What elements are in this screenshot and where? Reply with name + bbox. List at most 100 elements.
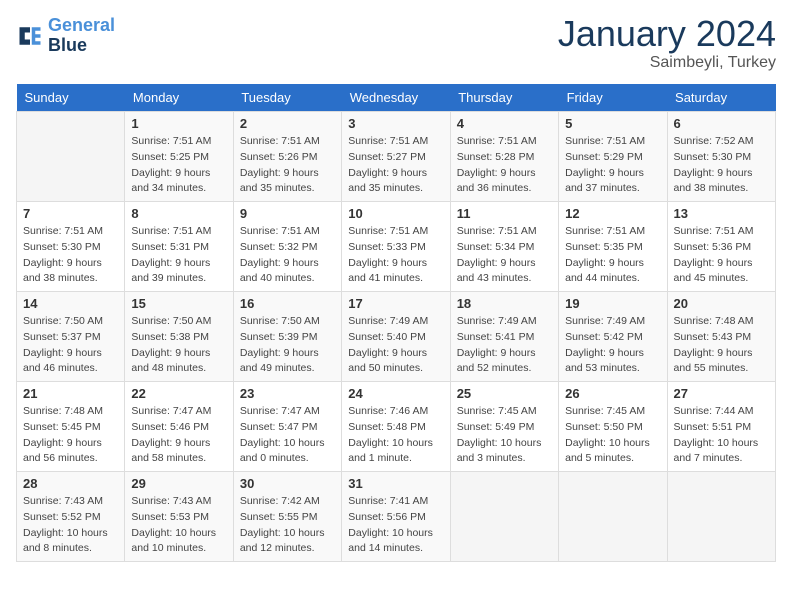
- title-block: January 2024 Saimbeyli, Turkey: [558, 16, 776, 72]
- calendar-cell: 23Sunrise: 7:47 AMSunset: 5:47 PMDayligh…: [233, 382, 341, 472]
- calendar-cell: 11 Sunrise: 7:51 AMSunset: 5:34 PMDayligh…: [450, 202, 558, 292]
- calendar-cell: 15 Sunrise: 7:50 AMSunset: 5:38 PMDayligh…: [125, 292, 233, 382]
- calendar-cell: 10 Sunrise: 7:51 AMSunset: 5:33 PMDayligh…: [342, 202, 450, 292]
- day-info: Sunrise: 7:45 AMSunset: 5:50 PMDaylight:…: [565, 404, 660, 467]
- header-saturday: Saturday: [667, 84, 775, 112]
- day-info: Sunrise: 7:51 AMSunset: 5:34 PMDaylight:…: [457, 224, 552, 287]
- day-number: 15: [131, 296, 226, 311]
- calendar-cell: 28 Sunrise: 7:43 AMSunset: 5:52 PMDayligh…: [17, 472, 125, 562]
- calendar-cell: [667, 472, 775, 562]
- day-number: 4: [457, 116, 552, 131]
- day-info: Sunrise: 7:51 AMSunset: 5:28 PMDaylight:…: [457, 134, 552, 197]
- day-number: 10: [348, 206, 443, 221]
- month-title: January 2024: [558, 16, 776, 52]
- day-number: 1: [131, 116, 226, 131]
- day-number: 5: [565, 116, 660, 131]
- day-info: Sunrise: 7:52 AMSunset: 5:30 PMDaylight:…: [674, 134, 769, 197]
- calendar-cell: [450, 472, 558, 562]
- calendar-cell: 22 Sunrise: 7:47 AMSunset: 5:46 PMDayligh…: [125, 382, 233, 472]
- calendar-cell: 7 Sunrise: 7:51 AMSunset: 5:30 PMDaylight…: [17, 202, 125, 292]
- day-number: 3: [348, 116, 443, 131]
- day-info: Sunrise: 7:51 AMSunset: 5:25 PMDaylight:…: [131, 134, 226, 197]
- header-wednesday: Wednesday: [342, 84, 450, 112]
- day-info: Sunrise: 7:43 AMSunset: 5:52 PMDaylight:…: [23, 494, 118, 557]
- calendar-cell: 24 Sunrise: 7:46 AMSunset: 5:48 PMDayligh…: [342, 382, 450, 472]
- calendar-cell: [559, 472, 667, 562]
- day-info: Sunrise: 7:51 AMSunset: 5:31 PMDaylight:…: [131, 224, 226, 287]
- day-number: 28: [23, 476, 118, 491]
- day-number: 31: [348, 476, 443, 491]
- calendar-cell: 27 Sunrise: 7:44 AMSunset: 5:51 PMDayligh…: [667, 382, 775, 472]
- day-number: 24: [348, 386, 443, 401]
- day-number: 7: [23, 206, 118, 221]
- day-info: Sunrise: 7:51 AMSunset: 5:33 PMDaylight:…: [348, 224, 443, 287]
- calendar-cell: 12 Sunrise: 7:51 AMSunset: 5:35 PMDayligh…: [559, 202, 667, 292]
- calendar-cell: 9 Sunrise: 7:51 AMSunset: 5:32 PMDaylight…: [233, 202, 341, 292]
- header-thursday: Thursday: [450, 84, 558, 112]
- day-number: 21: [23, 386, 118, 401]
- calendar-cell: 14 Sunrise: 7:50 AMSunset: 5:37 PMDayligh…: [17, 292, 125, 382]
- calendar-cell: 25Sunrise: 7:45 AMSunset: 5:49 PMDayligh…: [450, 382, 558, 472]
- day-info: Sunrise: 7:46 AMSunset: 5:48 PMDaylight:…: [348, 404, 443, 467]
- day-info: Sunrise: 7:44 AMSunset: 5:51 PMDaylight:…: [674, 404, 769, 467]
- day-info: Sunrise: 7:51 AMSunset: 5:29 PMDaylight:…: [565, 134, 660, 197]
- day-number: 9: [240, 206, 335, 221]
- calendar-week-row: 7 Sunrise: 7:51 AMSunset: 5:30 PMDaylight…: [17, 202, 776, 292]
- logo-text: GeneralBlue: [48, 16, 115, 56]
- day-info: Sunrise: 7:51 AMSunset: 5:27 PMDaylight:…: [348, 134, 443, 197]
- calendar-cell: 30Sunrise: 7:42 AMSunset: 5:55 PMDayligh…: [233, 472, 341, 562]
- calendar-week-row: 1 Sunrise: 7:51 AMSunset: 5:25 PMDaylight…: [17, 112, 776, 202]
- day-number: 29: [131, 476, 226, 491]
- location-title: Saimbeyli, Turkey: [558, 54, 776, 72]
- day-info: Sunrise: 7:51 AMSunset: 5:32 PMDaylight:…: [240, 224, 335, 287]
- day-number: 17: [348, 296, 443, 311]
- day-number: 23: [240, 386, 335, 401]
- day-info: Sunrise: 7:50 AMSunset: 5:39 PMDaylight:…: [240, 314, 335, 377]
- day-info: Sunrise: 7:49 AMSunset: 5:42 PMDaylight:…: [565, 314, 660, 377]
- header-friday: Friday: [559, 84, 667, 112]
- calendar-cell: 6 Sunrise: 7:52 AMSunset: 5:30 PMDaylight…: [667, 112, 775, 202]
- day-info: Sunrise: 7:51 AMSunset: 5:30 PMDaylight:…: [23, 224, 118, 287]
- logo: GeneralBlue: [16, 16, 115, 56]
- calendar-cell: 16 Sunrise: 7:50 AMSunset: 5:39 PMDayligh…: [233, 292, 341, 382]
- header-monday: Monday: [125, 84, 233, 112]
- calendar-cell: 18Sunrise: 7:49 AMSunset: 5:41 PMDayligh…: [450, 292, 558, 382]
- day-number: 14: [23, 296, 118, 311]
- day-number: 27: [674, 386, 769, 401]
- day-number: 16: [240, 296, 335, 311]
- calendar-cell: 5 Sunrise: 7:51 AMSunset: 5:29 PMDaylight…: [559, 112, 667, 202]
- header-tuesday: Tuesday: [233, 84, 341, 112]
- header-sunday: Sunday: [17, 84, 125, 112]
- logo-icon: [16, 22, 44, 50]
- day-number: 25: [457, 386, 552, 401]
- day-number: 11: [457, 206, 552, 221]
- day-number: 8: [131, 206, 226, 221]
- calendar-cell: 31 Sunrise: 7:41 AMSunset: 5:56 PMDayligh…: [342, 472, 450, 562]
- calendar-week-row: 21 Sunrise: 7:48 AMSunset: 5:45 PMDayligh…: [17, 382, 776, 472]
- day-info: Sunrise: 7:49 AMSunset: 5:40 PMDaylight:…: [348, 314, 443, 377]
- calendar-cell: [17, 112, 125, 202]
- day-info: Sunrise: 7:51 AMSunset: 5:35 PMDaylight:…: [565, 224, 660, 287]
- day-number: 22: [131, 386, 226, 401]
- calendar-cell: 20Sunrise: 7:48 AMSunset: 5:43 PMDayligh…: [667, 292, 775, 382]
- calendar-cell: 19 Sunrise: 7:49 AMSunset: 5:42 PMDayligh…: [559, 292, 667, 382]
- day-info: Sunrise: 7:50 AMSunset: 5:37 PMDaylight:…: [23, 314, 118, 377]
- calendar-cell: 21 Sunrise: 7:48 AMSunset: 5:45 PMDayligh…: [17, 382, 125, 472]
- day-info: Sunrise: 7:41 AMSunset: 5:56 PMDaylight:…: [348, 494, 443, 557]
- day-number: 19: [565, 296, 660, 311]
- day-info: Sunrise: 7:48 AMSunset: 5:45 PMDaylight:…: [23, 404, 118, 467]
- calendar-cell: 13Sunrise: 7:51 AMSunset: 5:36 PMDayligh…: [667, 202, 775, 292]
- calendar-cell: 26Sunrise: 7:45 AMSunset: 5:50 PMDayligh…: [559, 382, 667, 472]
- day-number: 2: [240, 116, 335, 131]
- calendar-cell: 4 Sunrise: 7:51 AMSunset: 5:28 PMDaylight…: [450, 112, 558, 202]
- calendar-header-row: SundayMondayTuesdayWednesdayThursdayFrid…: [17, 84, 776, 112]
- day-number: 12: [565, 206, 660, 221]
- day-info: Sunrise: 7:51 AMSunset: 5:26 PMDaylight:…: [240, 134, 335, 197]
- day-number: 13: [674, 206, 769, 221]
- day-info: Sunrise: 7:50 AMSunset: 5:38 PMDaylight:…: [131, 314, 226, 377]
- day-number: 30: [240, 476, 335, 491]
- calendar-cell: 8 Sunrise: 7:51 AMSunset: 5:31 PMDaylight…: [125, 202, 233, 292]
- calendar-cell: 29Sunrise: 7:43 AMSunset: 5:53 PMDayligh…: [125, 472, 233, 562]
- day-info: Sunrise: 7:47 AMSunset: 5:46 PMDaylight:…: [131, 404, 226, 467]
- day-number: 6: [674, 116, 769, 131]
